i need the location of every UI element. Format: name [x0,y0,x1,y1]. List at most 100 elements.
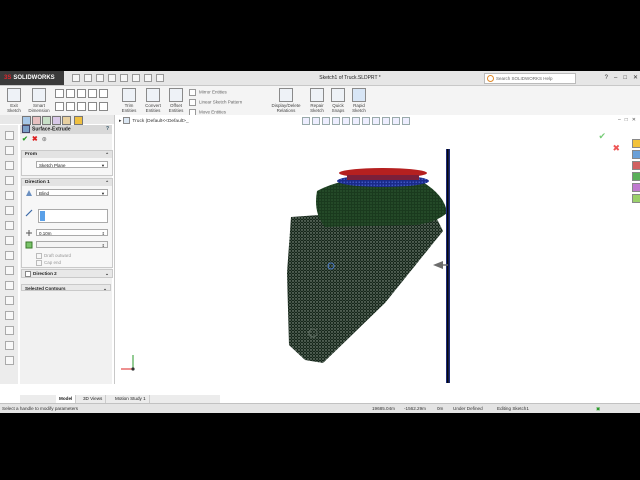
spline-icon[interactable] [66,102,75,111]
tool-icon-2[interactable] [5,146,14,155]
tab-model[interactable]: Model [56,395,77,403]
mirror-entities-button[interactable]: Mirror Entities [189,89,227,96]
trim-entities-button[interactable]: Trim Entities [118,88,140,113]
circle-icon[interactable] [88,89,97,98]
text-icon[interactable] [99,102,108,111]
tool-icon-12[interactable] [5,296,14,305]
resources-icon[interactable] [632,139,640,148]
solidworks-logo[interactable]: 3S SOLIDWORKS [0,71,64,85]
convert-entities-button[interactable]: Convert Entities [141,88,165,113]
exit-sketch-button[interactable]: Exit Sketch [4,88,24,113]
cap-end-checkbox[interactable]: Cap end [36,260,61,266]
custom-properties-icon[interactable] [632,194,640,203]
display-delete-relations-button[interactable]: Display/Delete Relations [266,88,306,113]
appearance-icon[interactable] [74,116,83,125]
edit-mode: Editing Sketch1 [497,406,529,411]
tool-icon-16[interactable] [5,356,14,365]
new-icon[interactable] [72,74,80,82]
selected-contours-group-header[interactable]: Selected Contours ⌄ [21,284,111,291]
tool-icon-9[interactable] [5,251,14,260]
view-palette-icon[interactable] [632,172,640,181]
rebuild-icon[interactable] [144,74,152,82]
direction-selection-box[interactable] [38,209,108,223]
task-pane-tabs [631,137,640,237]
spin-icon[interactable]: ⇕ [102,230,105,237]
configuration-manager-icon[interactable] [42,116,51,125]
direction2-group-header[interactable]: Direction 2 ⌄ [21,269,113,278]
property-manager-icon[interactable] [32,116,41,125]
slot-icon[interactable] [77,89,86,98]
chevron-down-icon[interactable]: ⌄ [105,270,109,277]
tool-icon-8[interactable] [5,236,14,245]
direction1-group-header[interactable]: Direction 1 ⌃ [22,179,112,186]
tool-icon-1[interactable] [5,131,14,140]
restore-button[interactable]: □ [623,75,627,81]
appearances-icon[interactable] [632,183,640,192]
linear-sketch-pattern-button[interactable]: Linear Sketch Pattern [189,99,242,106]
cancel-button[interactable]: ✖ [32,136,38,143]
tool-icon-5[interactable] [5,191,14,200]
smart-dimension-button[interactable]: Smart Dimension [26,88,52,113]
detailed-preview-icon[interactable]: ⊛ [42,137,47,143]
tool-icon-15[interactable] [5,341,14,350]
undo-icon[interactable] [120,74,128,82]
tab-3d-views[interactable]: 3D Views [80,395,107,403]
tab-motion-study-1[interactable]: Motion Study 1 [112,395,150,403]
depth-input[interactable]: 0.10m ⇕ [36,229,108,236]
rebuild-status-icon[interactable]: ▣ [596,404,600,413]
chevron-down-icon[interactable]: ⌄ [103,285,107,292]
draft-outward-checkbox[interactable]: Draft outward [36,253,71,259]
point-cloud-body [287,207,443,363]
property-manager-panel: Surface-Extrude? ✔ ✖ ⊛ From ⌃ Sketch Plane ▼… [0,115,115,384]
graphics-area[interactable]: ▸ Truck (Default<<Default>_ – □ ✕ ✔ ✖ [115,115,640,384]
help-icon[interactable]: ? [106,125,109,134]
reverse-direction-icon[interactable] [25,189,33,197]
tool-icon-3[interactable] [5,161,14,170]
print-icon[interactable] [108,74,116,82]
direction2-checkbox[interactable] [25,270,31,277]
title-bar: 3S SOLIDWORKS Sketch1 of Truck.SLDPRT * S… [0,71,640,86]
quick-snaps-button[interactable]: Quick Snaps [328,88,348,113]
fillet-icon[interactable] [88,102,97,111]
tool-icon-4[interactable] [5,176,14,185]
options-icon[interactable] [156,74,164,82]
tool-icon-11[interactable] [5,281,14,290]
tool-icon-6[interactable] [5,206,14,215]
spin-icon[interactable]: ⇕ [102,242,105,249]
draft-icon[interactable] [25,241,33,249]
file-explorer-icon[interactable] [632,161,640,170]
direction-vector-icon[interactable] [25,209,33,217]
end-condition-select[interactable]: Blind ▼ [36,189,108,196]
save-icon[interactable] [96,74,104,82]
close-button[interactable]: ✕ [633,75,638,81]
display-manager-icon[interactable] [62,116,71,125]
feature-manager-icon[interactable] [22,116,31,125]
offset-entities-button[interactable]: Offset Entities [166,88,186,113]
x-coordinate: 19685.04m [372,406,395,411]
draft-angle-input[interactable]: ⇕ [36,241,108,248]
dimxpert-manager-icon[interactable] [52,116,61,125]
tool-icon-14[interactable] [5,326,14,335]
rapid-sketch-button[interactable]: Rapid Sketch [349,88,369,113]
design-library-icon[interactable] [632,150,640,159]
collapse-icon[interactable]: ⌃ [105,151,109,158]
tool-icon-10[interactable] [5,266,14,275]
tool-icon-7[interactable] [5,221,14,230]
ellipse-icon[interactable] [77,102,86,111]
solidworks-window: 3S SOLIDWORKS Sketch1 of Truck.SLDPRT * S… [0,71,640,413]
help-icon[interactable]: ? [605,75,608,81]
select-icon[interactable] [132,74,140,82]
from-select[interactable]: Sketch Plane ▼ [36,161,108,168]
tool-icon-13[interactable] [5,311,14,320]
line-icon[interactable] [55,89,64,98]
ok-button[interactable]: ✔ [22,136,28,143]
minimize-button[interactable]: – [614,75,617,81]
repair-sketch-button[interactable]: Repair Sketch [307,88,327,113]
from-group-header[interactable]: From ⌃ [22,151,112,158]
help-search-input[interactable]: Search SOLIDWORKS Help [484,73,576,84]
collapse-icon[interactable]: ⌃ [105,179,109,186]
rectangle-icon[interactable] [66,89,75,98]
arc-icon[interactable] [99,89,108,98]
open-icon[interactable] [84,74,92,82]
polygon-icon[interactable] [55,102,64,111]
